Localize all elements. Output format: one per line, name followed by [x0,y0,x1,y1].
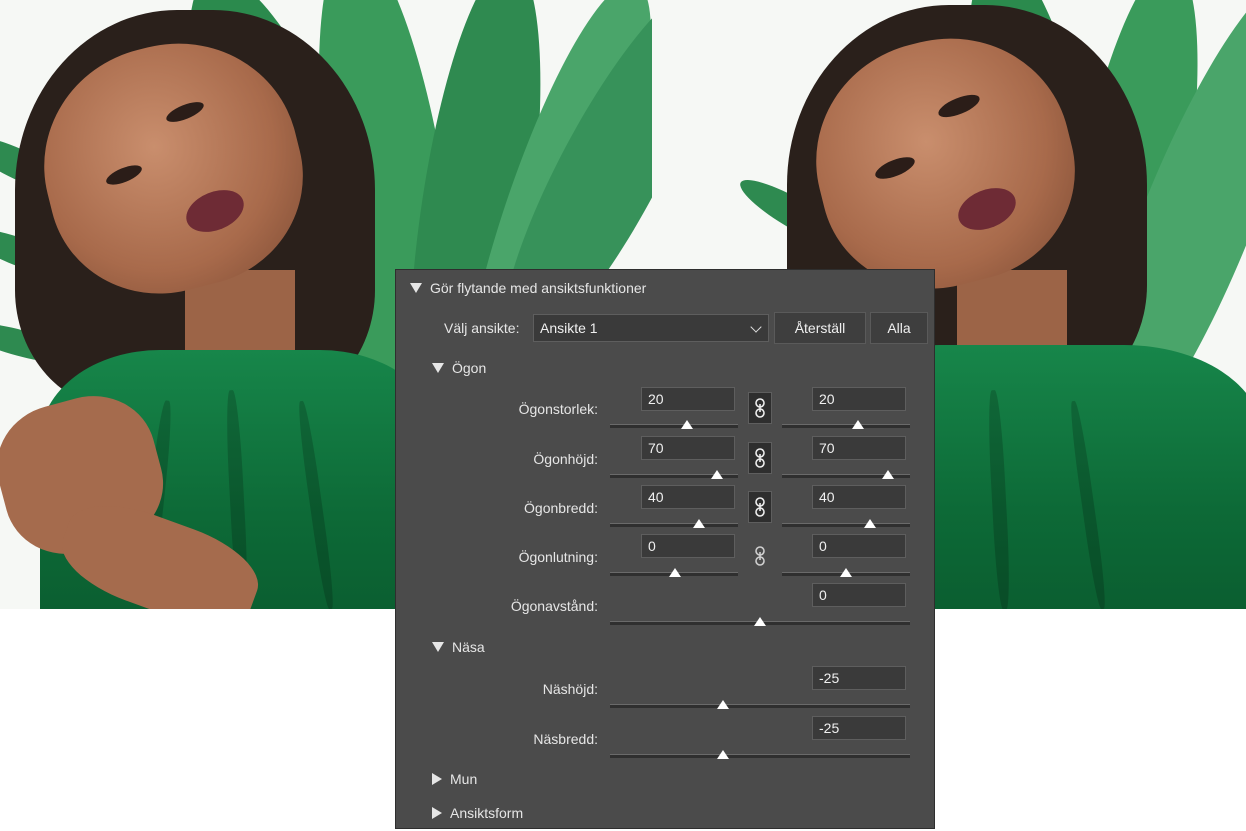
eye-width-link-toggle[interactable] [748,491,772,523]
eye-tilt-label: Ögonlutning: [518,549,598,565]
select-face-value: Ansikte 1 [540,320,598,336]
nose-height-slider-track[interactable] [610,704,910,708]
eye-size-right-field[interactable] [812,387,906,411]
nose-height-slider-thumb[interactable] [717,700,729,709]
triangle-right-icon [432,773,442,785]
face-shape-title: Ansiktsform [450,805,524,821]
eye-size-right-slider-track[interactable] [782,424,910,428]
nose-width-slider-thumb[interactable] [717,750,729,759]
eye-height-link-toggle[interactable] [748,442,772,474]
eye-width-label: Ögonbredd: [524,500,598,516]
eye-size-left-field[interactable] [641,387,735,411]
eye-height-label: Ögonhöjd: [533,451,598,467]
nose-height-field[interactable] [812,666,906,690]
eyes-section-header[interactable]: Ögon [432,360,486,376]
eye-tilt-left-slider-thumb[interactable] [669,568,681,577]
triangle-down-icon [432,642,444,652]
eye-size-right-slider-thumb[interactable] [852,420,864,429]
nose-section-header[interactable]: Näsa [432,639,485,655]
eye-height-right-field[interactable] [812,436,906,460]
eye-tilt-right-field[interactable] [812,534,906,558]
eye-width-left-slider-track[interactable] [610,523,738,527]
select-face-label: Välj ansikte: [444,320,520,336]
eye-height-right-slider-thumb[interactable] [882,470,894,479]
mouth-title: Mun [450,771,478,787]
eye-height-left-slider-thumb[interactable] [711,470,723,479]
chain-link-icon [755,448,765,468]
all-button[interactable]: Alla [870,312,928,344]
eye-width-right-field[interactable] [812,485,906,509]
eye-width-right-slider-thumb[interactable] [864,519,876,528]
eye-tilt-link-toggle[interactable] [748,540,772,572]
select-face-dropdown[interactable]: Ansikte 1 [533,314,769,342]
nose-title: Näsa [452,639,485,655]
liquify-face-panel: Gör flytande med ansiktsfunktioner Välj … [395,269,935,829]
eye-size-label: Ögonstorlek: [518,401,598,417]
eye-tilt-left-field[interactable] [641,534,735,558]
chain-link-icon [755,546,765,566]
chain-link-icon [755,398,765,418]
eye-width-left-field[interactable] [641,485,735,509]
face-aware-title: Gör flytande med ansiktsfunktioner [430,280,647,296]
eye-size-link-toggle[interactable] [748,392,772,424]
eye-height-left-field[interactable] [641,436,735,460]
eye-distance-field[interactable] [812,583,906,607]
chain-link-icon [755,497,765,517]
nose-width-slider-track[interactable] [610,754,910,758]
face-aware-header[interactable]: Gör flytande med ansiktsfunktioner [410,280,646,296]
face-shape-section-header[interactable]: Ansiktsform [432,805,523,821]
nose-width-field[interactable] [812,716,906,740]
eye-distance-slider-thumb[interactable] [754,617,766,626]
eye-size-left-slider-track[interactable] [610,424,738,428]
triangle-down-icon [410,283,422,293]
eye-distance-label: Ögonavstånd: [510,598,598,614]
triangle-down-icon [432,363,444,373]
eye-width-left-slider-thumb[interactable] [693,519,705,528]
nose-height-label: Näshöjd: [542,681,598,697]
eye-tilt-right-slider-thumb[interactable] [840,568,852,577]
eye-size-left-slider-thumb[interactable] [681,420,693,429]
eye-width-right-slider-track[interactable] [782,523,910,527]
eyes-title: Ögon [452,360,487,376]
mouth-section-header[interactable]: Mun [432,771,477,787]
triangle-right-icon [432,807,442,819]
chevron-down-icon [750,321,762,333]
reset-button[interactable]: Återställ [774,312,866,344]
nose-width-label: Näsbredd: [533,731,598,747]
